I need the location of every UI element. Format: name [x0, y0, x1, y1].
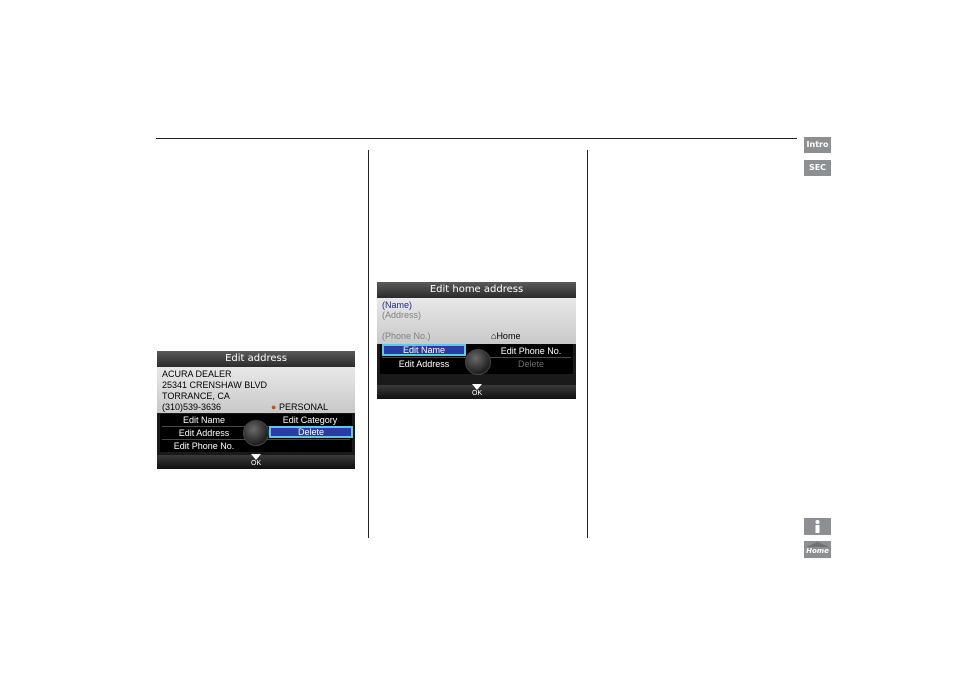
edit-address-button[interactable]: Edit Address: [163, 427, 245, 439]
home-name-placeholder: (Name): [382, 300, 413, 310]
ok-label[interactable]: OK: [251, 460, 261, 467]
edit-address-button[interactable]: Edit Address: [383, 358, 465, 370]
info-line-phone: (310)539-3636: [162, 402, 222, 412]
info-tab[interactable]: [804, 518, 831, 535]
home-label: ⌂Home: [491, 331, 521, 341]
selector-knob[interactable]: [243, 420, 269, 446]
category-label: ● PERSONAL: [271, 402, 328, 412]
column-divider-2: [587, 150, 588, 538]
selector-knob[interactable]: [465, 349, 491, 375]
delete-button-disabled: Delete: [517, 359, 544, 369]
home-tab-label: Home: [806, 547, 829, 555]
edit-home-address-screen: Edit home address (Name) (Address) (Phon…: [377, 282, 576, 399]
edit-name-button[interactable]: Edit Name: [163, 414, 245, 426]
ok-label[interactable]: OK: [472, 390, 482, 397]
edit-address-screen: Edit address ACURA DEALER 25341 CRENSHAW…: [157, 351, 355, 469]
sec-tab[interactable]: SEC: [804, 160, 831, 176]
home-address-placeholder: (Address): [382, 310, 422, 320]
address-info-panel: ACURA DEALER 25341 CRENSHAW BLVD TORRANC…: [157, 367, 355, 413]
edit-name-button[interactable]: Edit Name: [382, 344, 466, 356]
screen-title: Edit address: [157, 351, 355, 367]
edit-phone-button[interactable]: Edit Phone No.: [163, 440, 245, 452]
edit-category-button[interactable]: Edit Category: [269, 414, 351, 426]
home-tab[interactable]: Home: [804, 541, 831, 558]
info-line-street: 25341 CRENSHAW BLVD: [162, 380, 268, 390]
info-line-city: TORRANCE, CA: [162, 391, 230, 401]
edit-phone-button[interactable]: Edit Phone No.: [489, 345, 573, 357]
header-rule: [156, 138, 797, 139]
screen-title: Edit home address: [377, 282, 576, 298]
home-info-panel: (Name) (Address) (Phone No.) ⌂Home: [377, 298, 576, 344]
delete-button[interactable]: Delete: [269, 426, 353, 438]
info-icon: [815, 520, 820, 533]
column-divider-1: [368, 150, 369, 538]
home-phone-placeholder: (Phone No.): [382, 331, 431, 341]
personal-category-icon: ●: [271, 402, 277, 412]
info-line-name: ACURA DEALER: [162, 369, 232, 379]
intro-tab[interactable]: Intro: [804, 137, 831, 153]
